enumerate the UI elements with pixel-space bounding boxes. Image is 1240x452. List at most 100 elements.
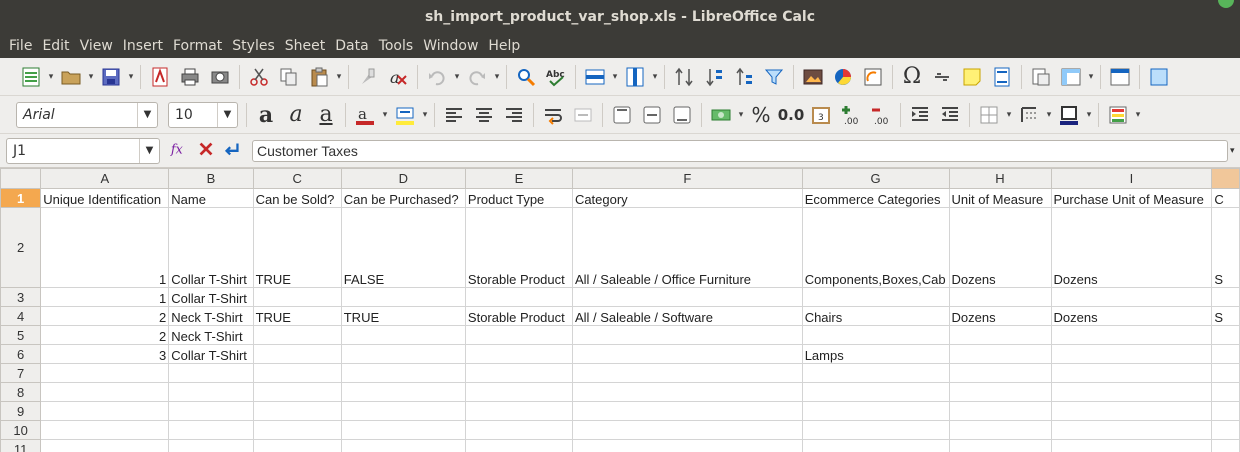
cell[interactable]: FALSE <box>340 207 466 288</box>
cell[interactable] <box>40 420 170 440</box>
cell[interactable] <box>40 439 170 452</box>
cell[interactable] <box>340 325 466 345</box>
insert-chart-icon[interactable] <box>828 63 858 91</box>
cell[interactable] <box>571 363 803 383</box>
open-folder-icon[interactable] <box>56 63 86 91</box>
cell[interactable]: S <box>1211 207 1240 288</box>
cell[interactable] <box>340 344 466 364</box>
menu-sheet[interactable]: Sheet <box>280 34 330 58</box>
accept-icon[interactable] <box>222 139 242 163</box>
row-dropdown-icon[interactable]: ▾ <box>610 72 620 82</box>
cell[interactable]: Can be Sold? <box>252 188 342 208</box>
cell[interactable] <box>168 401 254 421</box>
row-header[interactable]: 2 <box>0 207 42 288</box>
cell[interactable]: C <box>1211 188 1240 208</box>
add-decimal-icon[interactable]: .00 <box>836 101 866 129</box>
clone-formatting-icon[interactable] <box>353 63 383 91</box>
cell[interactable] <box>571 401 803 421</box>
cell[interactable] <box>252 439 342 452</box>
cell[interactable] <box>40 382 170 402</box>
cell[interactable]: Dozens <box>948 207 1052 288</box>
cell[interactable] <box>340 363 466 383</box>
font-color-dropdown-icon[interactable]: ▾ <box>380 110 390 120</box>
print-icon[interactable] <box>175 63 205 91</box>
copy-icon[interactable] <box>274 63 304 91</box>
undo-dropdown-icon[interactable]: ▾ <box>452 72 462 82</box>
cell[interactable]: Category <box>571 188 803 208</box>
cell[interactable]: Lamps <box>801 344 950 364</box>
redo-icon[interactable] <box>462 63 492 91</box>
wrap-text-icon[interactable] <box>538 101 568 129</box>
row-header[interactable]: 4 <box>0 306 42 326</box>
cell[interactable] <box>340 287 466 307</box>
cell[interactable] <box>252 420 342 440</box>
cell[interactable] <box>801 439 950 452</box>
cell[interactable] <box>571 439 803 452</box>
percent-format-button[interactable]: % <box>746 101 776 129</box>
cell[interactable] <box>1211 420 1240 440</box>
merge-center-icon[interactable] <box>568 101 598 129</box>
column-header-i[interactable]: I <box>1050 168 1213 189</box>
font-size-box[interactable]: 10 ▼ <box>168 101 238 128</box>
cell[interactable] <box>948 382 1052 402</box>
cell[interactable] <box>948 420 1052 440</box>
underline-icon[interactable]: a <box>311 101 341 129</box>
hyperlink-icon[interactable] <box>927 63 957 91</box>
row-header[interactable]: 3 <box>0 287 42 307</box>
font-name-box[interactable]: Arial ▼ <box>16 101 158 128</box>
cell[interactable] <box>801 382 950 402</box>
cell[interactable] <box>1050 401 1213 421</box>
delete-decimal-icon[interactable]: .00 <box>866 101 896 129</box>
cell[interactable]: Chairs <box>801 306 950 326</box>
cell[interactable] <box>948 287 1052 307</box>
align-left-icon[interactable] <box>439 101 469 129</box>
cell[interactable] <box>340 401 466 421</box>
cell[interactable]: Purchase Unit of Measure <box>1050 188 1213 208</box>
row-header[interactable]: 11 <box>0 439 42 452</box>
row-header[interactable]: 6 <box>0 344 42 364</box>
sort-ascending-icon[interactable] <box>699 63 729 91</box>
italic-icon[interactable]: a <box>281 101 311 129</box>
cell[interactable] <box>40 401 170 421</box>
cell[interactable]: Collar T-Shirt <box>168 287 254 307</box>
cell[interactable] <box>1050 363 1213 383</box>
increase-indent-icon[interactable] <box>905 101 935 129</box>
cell[interactable] <box>1211 287 1240 307</box>
menu-styles[interactable]: Styles <box>227 34 279 58</box>
row-header[interactable]: 9 <box>0 401 42 421</box>
special-character-icon[interactable]: Ω <box>897 63 927 91</box>
font-name-dropdown-icon[interactable]: ▼ <box>137 102 157 127</box>
highlight-color-icon[interactable] <box>390 101 420 129</box>
cell[interactable] <box>464 401 573 421</box>
menu-help[interactable]: Help <box>483 34 525 58</box>
cell[interactable] <box>801 325 950 345</box>
cell[interactable] <box>948 325 1052 345</box>
menu-data[interactable]: Data <box>330 34 373 58</box>
currency-dropdown-icon[interactable]: ▾ <box>736 110 746 120</box>
cell[interactable] <box>464 287 573 307</box>
cell[interactable] <box>1211 363 1240 383</box>
cell[interactable] <box>1211 401 1240 421</box>
column-header-d[interactable]: D <box>340 168 466 189</box>
cut-icon[interactable] <box>244 63 274 91</box>
function-wizard-icon[interactable]: fx <box>170 139 190 163</box>
freeze-rows-columns-icon[interactable] <box>1056 63 1086 91</box>
cell[interactable] <box>948 363 1052 383</box>
cell[interactable]: Collar T-Shirt <box>168 207 254 288</box>
align-center-icon[interactable] <box>469 101 499 129</box>
border-color-icon[interactable] <box>1054 101 1084 129</box>
cell[interactable] <box>571 382 803 402</box>
cell[interactable] <box>571 325 803 345</box>
menu-insert[interactable]: Insert <box>118 34 168 58</box>
undo-icon[interactable] <box>422 63 452 91</box>
font-color-icon[interactable]: a <box>350 101 380 129</box>
cell[interactable]: 3 <box>40 344 170 364</box>
align-right-icon[interactable] <box>499 101 529 129</box>
cell[interactable]: Neck T-Shirt <box>168 306 254 326</box>
redo-dropdown-icon[interactable]: ▾ <box>492 72 502 82</box>
cell[interactable] <box>464 439 573 452</box>
border-color-dropdown-icon[interactable]: ▾ <box>1084 110 1094 120</box>
cell[interactable] <box>168 363 254 383</box>
cell[interactable] <box>168 420 254 440</box>
cell[interactable] <box>1211 325 1240 345</box>
